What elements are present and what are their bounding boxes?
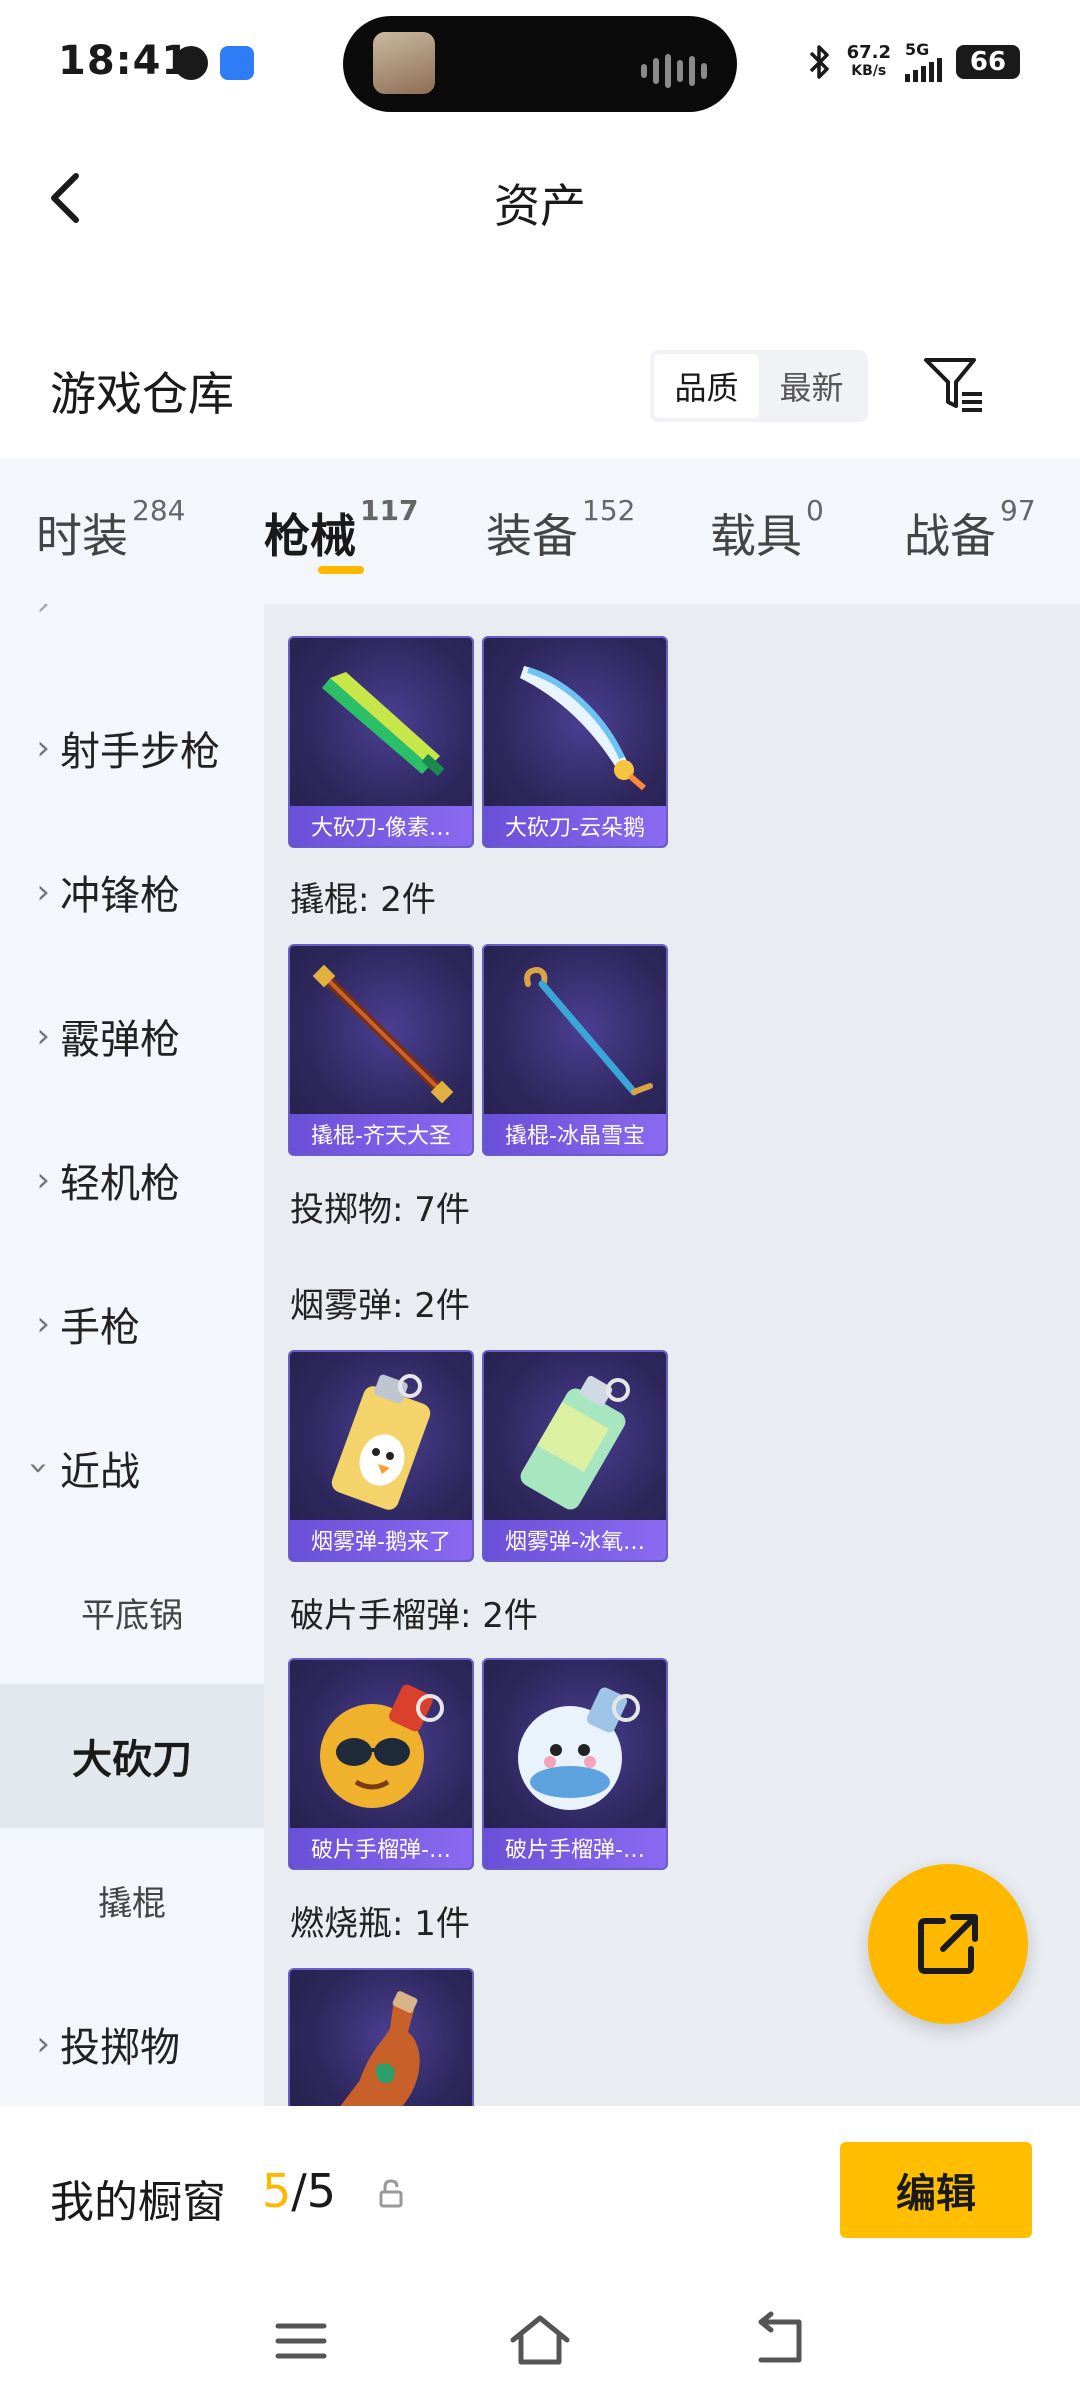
smoke-goose-icon [331,1374,431,1510]
signal-bars-icon [905,58,942,82]
lock-icon [379,2179,403,2208]
status-time: 18:41 [58,38,191,84]
item-name: 大砍刀-云朵鹅 [484,806,666,846]
frag-grenade-snowman-icon [518,1687,640,1810]
machete-pixel-icon [322,672,445,777]
dynamic-island[interactable] [343,16,737,112]
status-indicators: 67.2 KB/s 5G 66 [807,42,1020,82]
sidebar-item-lmg[interactable]: › 轻机枪 [0,1108,264,1252]
chevron-right-icon: › [36,872,50,912]
item-card[interactable]: 撬棍-齐天大圣 [288,944,474,1156]
machete-cloud-goose-icon [520,666,646,791]
group-label-throwables: 投掷物: 7件 [290,1190,470,1230]
category-tabs: 时装 284 枪械 117 装备 152 载具 0 战备 97 [0,458,1080,604]
tab-vehicles[interactable]: 载具 0 [710,494,824,566]
sort-toggle: 品质 最新 [650,350,868,422]
crowbar-monkey-king-icon [312,964,454,1104]
sidebar-item-melee[interactable]: › 近战 [0,1396,264,1540]
item-name: 烟雾弹-冰氧… [484,1520,666,1560]
frag-grenade-sunglasses-icon [320,1684,444,1808]
item-name: 破片手榴弹-… [484,1828,666,1868]
group-label-crowbar: 撬棍: 2件 [290,880,436,920]
crowbar-ice-crystal-icon [524,966,653,1096]
group-label-molotov: 燃烧瓶: 1件 [290,1904,470,1944]
sidebar-item-partial: › [36,604,50,624]
item-card[interactable]: 大砍刀-像素… [288,636,474,848]
share-fab-button[interactable] [868,1864,1028,2024]
share-external-icon [918,1914,978,1974]
item-card[interactable]: 大砍刀-云朵鹅 [482,636,668,848]
item-card[interactable] [288,1968,474,2106]
sidebar-item-pistol[interactable]: › 手枪 [0,1252,264,1396]
chevron-right-icon: › [36,728,50,768]
edit-button[interactable]: 编辑 [840,2142,1032,2238]
chevron-right-icon: › [36,1016,50,1056]
item-card[interactable]: 烟雾弹-鹅来了 [288,1350,474,1562]
network-speed: 67.2 KB/s [846,42,891,80]
tab-firearms[interactable]: 枪械 117 [264,494,418,566]
chevron-right-icon: › [36,1160,50,1200]
warehouse-title: 游戏仓库 [50,367,234,421]
item-card[interactable]: 撬棍-冰晶雪宝 [482,944,668,1156]
sort-newest-option[interactable]: 最新 [759,354,864,418]
page-title: 资产 [494,179,586,233]
audio-wave-icon [641,54,707,88]
filter-button[interactable] [920,352,986,418]
item-card[interactable]: 破片手榴弹-… [288,1658,474,1870]
sidebar-item-smg[interactable]: › 冲锋枪 [0,820,264,964]
active-tab-indicator [318,566,364,574]
item-name: 破片手榴弹-… [290,1828,472,1868]
chevron-down-icon: › [19,1461,59,1475]
group-label-frag: 破片手榴弹: 2件 [290,1596,538,1636]
sidebar-item-throwables[interactable]: › 投掷物 [0,1972,264,2106]
tab-supplies[interactable]: 战备 97 [904,494,1036,566]
item-name: 撬棍-冰晶雪宝 [484,1114,666,1154]
sort-quality-option[interactable]: 品质 [654,354,759,418]
category-sidebar[interactable]: › › 射手步枪 › 冲锋枪 › 霰弹枪 › 轻机枪 › 手枪 › 近战 平底锅 大砍刀 撬… [0,604,264,2106]
back-nav-icon[interactable] [745,2306,815,2376]
status-bar: 18:41 67.2 KB/s 5G 66 [0,0,1080,130]
page-header: 资产 [0,140,1080,250]
sidebar-item-marksman-rifle[interactable]: › 射手步枪 [0,676,264,820]
app-notification-icon [174,46,208,80]
molotov-icon [340,1991,420,2106]
item-name: 撬棍-齐天大圣 [290,1114,472,1154]
chevron-right-icon: › [36,2024,50,2064]
sidebar-subitem-crowbar[interactable]: 撬棍 [0,1828,264,1972]
item-card[interactable]: 破片手榴弹-… [482,1658,668,1870]
chevron-right-icon: › [36,1304,50,1344]
tab-fashion[interactable]: 时装 284 [36,494,185,566]
sidebar-item-shotgun[interactable]: › 霰弹枪 [0,964,264,1108]
showcase-bar: 我的橱窗 5/5 编辑 [0,2106,1080,2286]
media-thumbnail [373,32,435,94]
home-icon[interactable] [505,2306,575,2376]
showcase-label: 我的橱窗 [50,2177,226,2228]
tab-equipment[interactable]: 装备 152 [486,494,635,566]
system-nav-bar [0,2286,1080,2400]
filter-icon [924,358,982,412]
sidebar-subitem-machete[interactable]: 大砍刀 [0,1684,264,1828]
item-card[interactable]: 烟雾弹-冰氧… [482,1350,668,1562]
group-label-smoke: 烟雾弹: 2件 [290,1286,470,1326]
showcase-count: 5/5 [262,2164,337,2218]
bluetooth-icon [809,45,829,79]
item-name: 大砍刀-像素… [290,806,472,846]
menu-icon[interactable] [266,2306,336,2376]
item-name: 烟雾弹-鹅来了 [290,1520,472,1560]
cellular-signal: 5G [905,42,942,82]
sidebar-subitem-frying-pan[interactable]: 平底锅 [0,1540,264,1684]
battery-indicator: 66 [956,45,1020,79]
broadcast-icon [220,46,254,80]
smoke-ice-icon [520,1375,630,1510]
